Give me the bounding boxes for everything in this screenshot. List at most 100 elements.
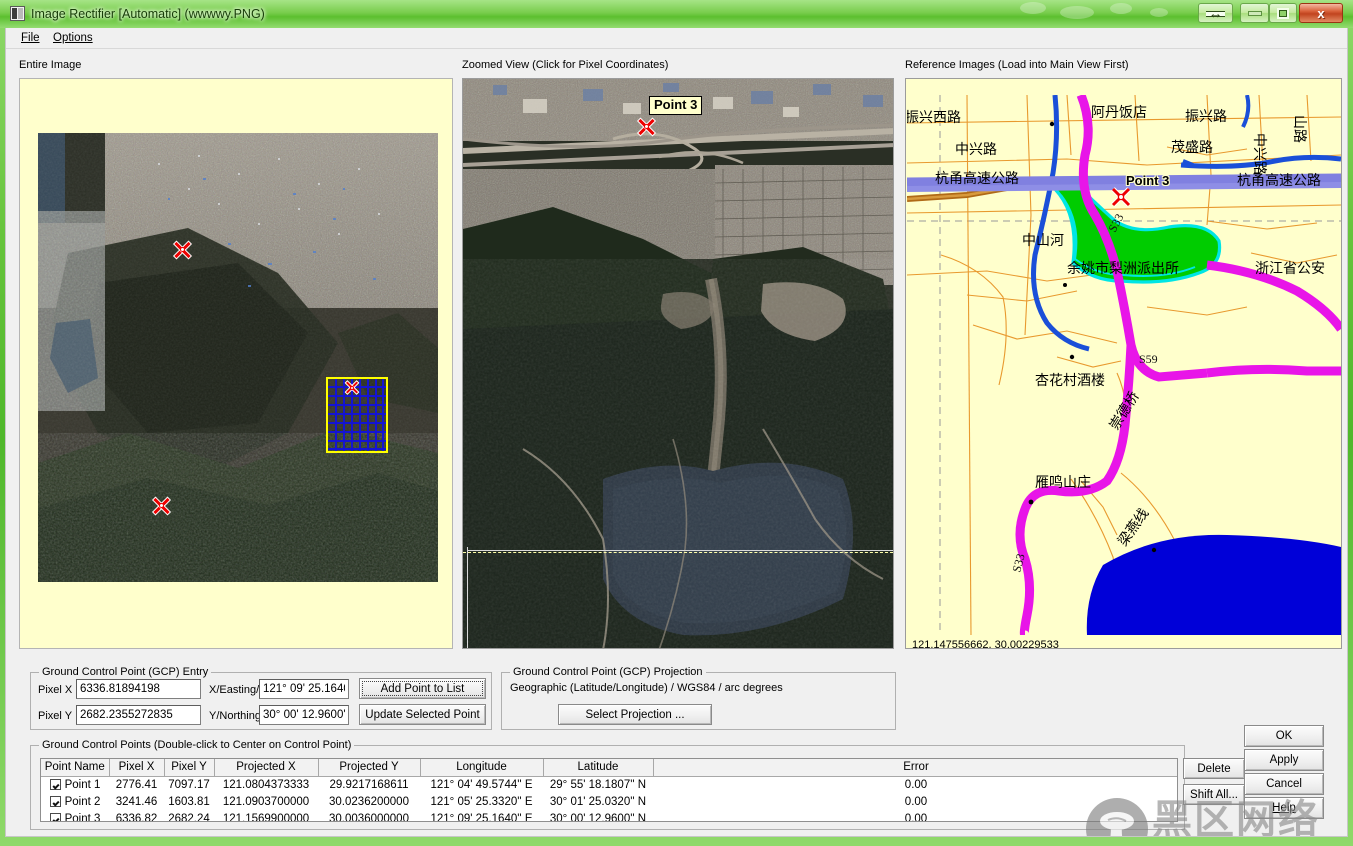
pixel-x-input[interactable] (76, 679, 201, 699)
reference-coordinate-readout: 121.147556662, 30.00229533 (912, 639, 1059, 649)
column-pixel-x[interactable]: Pixel X (109, 759, 165, 777)
svg-text:阿丹饭店: 阿丹饭店 (1091, 105, 1147, 121)
column-error[interactable]: Error (653, 759, 1177, 777)
entire-image-thumbnail[interactable] (38, 133, 438, 582)
zoom-selection-box[interactable] (326, 377, 388, 453)
help-label: Help (1272, 802, 1296, 814)
svg-text:茂盛路: 茂盛路 (1171, 139, 1213, 156)
menu-item-options[interactable]: Options (46, 31, 100, 46)
row-latitude: 30° 00' 12.9600'' N (549, 813, 647, 822)
gcp-table-container[interactable]: Point Name Pixel X Pixel Y Projected X P… (40, 758, 1178, 822)
row-projected-y: 29.9217168611 (329, 779, 409, 791)
zoomed-satellite-image (463, 79, 893, 648)
northing-lat-input[interactable] (259, 705, 349, 725)
pixel-y-input[interactable] (76, 705, 201, 725)
row-error: 0.00 (904, 796, 928, 808)
add-point-label: Add Point to List (380, 682, 465, 695)
menu-options-label: Options (53, 32, 93, 44)
reference-point-label: Point 3 (1126, 173, 1170, 188)
satellite-overview-image (38, 133, 438, 582)
row-checkbox[interactable] (49, 779, 61, 790)
svg-text:雁鸣山庄: 雁鸣山庄 (1035, 474, 1091, 491)
svg-text:中兴路: 中兴路 (1251, 133, 1267, 175)
row-pixel-x: 2776.41 (115, 779, 158, 791)
row-error: 0.00 (904, 779, 928, 791)
ok-button[interactable]: OK (1244, 725, 1324, 747)
zoomed-view-label: Zoomed View (Click for Pixel Coordinates… (462, 59, 669, 71)
svg-text:中山河: 中山河 (1022, 233, 1064, 249)
window-title: Image Rectifier [Automatic] (wwwwy.PNG) (31, 7, 265, 21)
row-projected-x: 121.0804373333 (222, 779, 310, 791)
minimize-button[interactable] (1240, 3, 1269, 23)
maximize-button[interactable] (1269, 3, 1297, 23)
easting-lon-input[interactable] (259, 679, 349, 699)
title-decoration (1150, 8, 1168, 17)
application-icon[interactable] (10, 6, 25, 21)
svg-text:山路: 山路 (1291, 115, 1307, 143)
minimize-icon (1247, 10, 1262, 16)
column-point-name[interactable]: Point Name (41, 759, 110, 777)
row-point-name[interactable]: Point 1 (41, 777, 109, 795)
point-label-point3: Point 3 (649, 96, 703, 115)
column-projected-x[interactable]: Projected X (214, 759, 319, 777)
close-button[interactable]: x (1299, 3, 1343, 23)
row-longitude: 121° 09' 25.1640'' E (430, 813, 533, 822)
pixel-x-label: Pixel X (38, 684, 73, 696)
row-checkbox[interactable] (49, 813, 61, 821)
apply-label: Apply (1269, 754, 1299, 766)
reference-images-panel[interactable]: S33 S59 S33 振兴西路 中兴路 杭甬高速公路 阿丹饭店 振兴路 茂盛路… (905, 78, 1342, 649)
help-button[interactable]: Help (1244, 797, 1324, 819)
shift-all-button[interactable]: Shift All... (1183, 784, 1245, 805)
reference-map-image[interactable]: S33 S59 S33 振兴西路 中兴路 杭甬高速公路 阿丹饭店 振兴路 茂盛路… (907, 95, 1341, 635)
gcp-list-group: Ground Control Points (Double-click to C… (30, 739, 1245, 830)
title-bar[interactable]: Image Rectifier [Automatic] (wwwwy.PNG) … (0, 0, 1353, 28)
row-point-name[interactable]: Point 3 (41, 811, 109, 822)
column-projected-y[interactable]: Projected Y (318, 759, 421, 777)
update-selected-point-button[interactable]: Update Selected Point (359, 704, 486, 725)
table-row[interactable]: Point 3 6336.82 2682.24 121.1569900000 3… (41, 811, 1177, 822)
row-checkbox[interactable] (49, 796, 61, 807)
column-latitude[interactable]: Latitude (543, 759, 654, 777)
menu-file-label: File (21, 32, 40, 44)
row-name-text: Point 3 (64, 813, 101, 822)
selection-gridline (328, 395, 386, 397)
selection-gridline (328, 422, 386, 424)
delete-button[interactable]: Delete (1183, 758, 1245, 779)
svg-text:杭甬高速公路: 杭甬高速公路 (935, 170, 1019, 187)
view-boundary-line (467, 550, 893, 551)
client-area: File Options Entire Image Zoomed View (C… (5, 28, 1348, 837)
gcp-table-body: Point 1 2776.41 7097.17 121.0804373333 2… (41, 777, 1177, 822)
entire-image-panel[interactable] (19, 78, 453, 649)
selection-gridline (328, 448, 386, 450)
table-row[interactable]: Point 2 3241.46 1603.81 121.0903700000 3… (41, 794, 1177, 811)
view-boundary-line-left (467, 547, 468, 648)
row-point-name[interactable]: Point 2 (41, 794, 109, 811)
row-projected-y: 30.0236200000 (329, 796, 409, 808)
gcp-entry-title: Ground Control Point (GCP) Entry (39, 666, 212, 678)
menu-item-file[interactable]: File (14, 31, 47, 46)
column-pixel-y[interactable]: Pixel Y (164, 759, 215, 777)
row-latitude: 29° 55' 18.1807'' N (549, 779, 647, 791)
cancel-button[interactable]: Cancel (1244, 773, 1324, 795)
title-decoration (1060, 6, 1094, 19)
selection-gridline (328, 413, 386, 415)
row-pixel-y: 2682.24 (168, 813, 210, 822)
restore-window-button[interactable] (1198, 3, 1233, 23)
zoomed-view-panel[interactable]: Point 3 (462, 78, 894, 649)
select-projection-button[interactable]: Select Projection ... (558, 704, 712, 725)
column-longitude[interactable]: Longitude (420, 759, 544, 777)
svg-text:浙江省公安: 浙江省公安 (1255, 261, 1325, 277)
apply-button[interactable]: Apply (1244, 749, 1324, 771)
application-window: Image Rectifier [Automatic] (wwwwy.PNG) … (0, 0, 1353, 846)
update-point-label: Update Selected Point (365, 708, 480, 721)
gcp-projection-title: Ground Control Point (GCP) Projection (510, 666, 706, 678)
svg-text:杏花村酒楼: 杏花村酒楼 (1035, 373, 1105, 389)
svg-text:振兴路: 振兴路 (1185, 109, 1227, 125)
selection-gridline (328, 386, 386, 388)
table-row[interactable]: Point 1 2776.41 7097.17 121.0804373333 2… (41, 777, 1177, 795)
row-pixel-y: 1603.81 (168, 796, 210, 808)
selection-gridline (328, 431, 386, 433)
gcp-table: Point Name Pixel X Pixel Y Projected X P… (41, 759, 1177, 822)
svg-text:振兴西路: 振兴西路 (907, 110, 961, 126)
add-point-to-list-button[interactable]: Add Point to List (359, 678, 486, 699)
